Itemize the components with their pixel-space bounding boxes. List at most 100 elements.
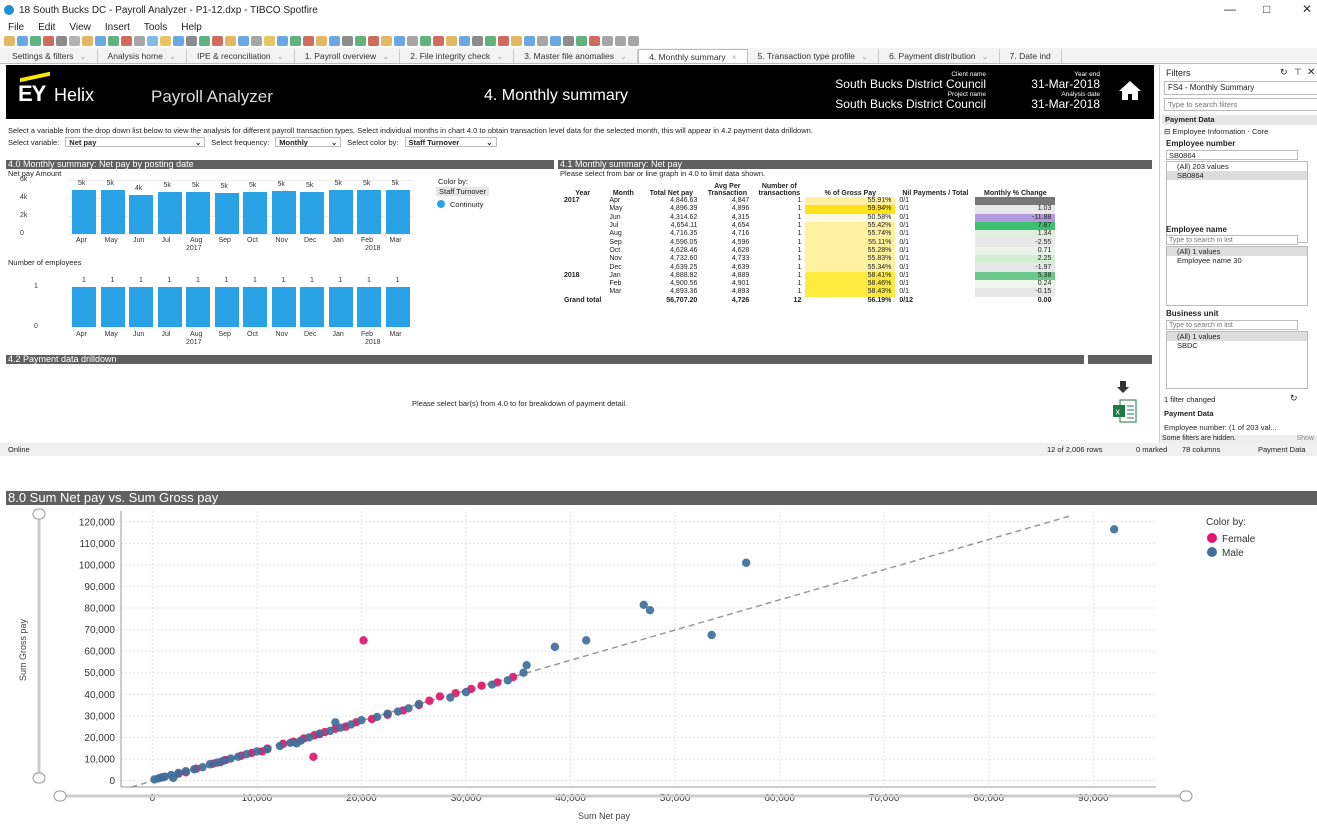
tab-menu-icon[interactable]: ⌄ <box>496 51 503 61</box>
toolbar-tool-icon[interactable] <box>303 36 314 46</box>
business-unit-list[interactable]: (All) 1 values SBDC <box>1166 331 1308 389</box>
home-icon[interactable] <box>1118 79 1142 101</box>
table-row[interactable]: Feb 4,900.56 4,901 1 58.46% 0/1 0.24 <box>560 279 1056 289</box>
male-point[interactable] <box>252 747 262 756</box>
employee-count-bar[interactable] <box>100 287 125 327</box>
toolbar-tool-icon[interactable] <box>212 36 223 46</box>
column-header[interactable]: Number of transactions <box>753 179 805 197</box>
male-point[interactable] <box>242 750 251 759</box>
legend-dot[interactable] <box>1207 533 1217 543</box>
tab-6[interactable]: 3. Master file anomalies ⌄ <box>514 49 639 63</box>
toolbar-tool-icon[interactable] <box>355 36 366 46</box>
toolbar-tool-icon[interactable] <box>563 36 574 46</box>
column-header[interactable]: Nil Payments / Total <box>895 179 975 197</box>
net-pay-bar[interactable] <box>186 191 210 234</box>
tab-1[interactable]: Settings & filters ⌄ <box>2 49 98 63</box>
employee-number-search[interactable]: SB0864 <box>1166 150 1298 160</box>
male-point[interactable] <box>275 741 285 751</box>
male-point[interactable] <box>157 773 166 782</box>
employee-count-bar[interactable] <box>186 287 210 327</box>
filter-scheme-dropdown[interactable]: FS4 - Monthly Summary <box>1164 81 1317 95</box>
menu-view[interactable]: View <box>69 22 91 33</box>
toolbar-tool-icon[interactable] <box>264 36 275 46</box>
legend-entry[interactable]: Female <box>1222 534 1256 545</box>
scatter-chart[interactable]: 0 10,000 20,000 30,000 40,000 50,000 60,000 70,… <box>6 505 1317 824</box>
employee-name-list[interactable]: (All) 1 values Employee name 30 <box>1166 246 1308 306</box>
reset-icon[interactable]: ↻ <box>1280 67 1288 78</box>
toolbar-tool-icon[interactable] <box>134 36 145 46</box>
list-item[interactable]: (All) 1 values <box>1167 332 1307 341</box>
male-point[interactable] <box>219 756 228 765</box>
toolbar-tool-icon[interactable] <box>316 36 327 46</box>
grand-total-row[interactable]: Grand total 56,707.20 4,726 12 56.19% 0/12 0.0… <box>560 297 1055 305</box>
employee-count-bar[interactable] <box>243 287 267 327</box>
reset-icon[interactable]: ↻ <box>1290 393 1298 404</box>
male-point[interactable] <box>522 660 531 670</box>
legend-dot[interactable] <box>1207 547 1217 557</box>
employee-count-bar[interactable] <box>300 287 324 327</box>
male-point[interactable] <box>393 707 403 716</box>
y-zoom-handle-bottom[interactable] <box>32 772 46 784</box>
list-item[interactable]: SBDC <box>1167 341 1307 350</box>
toolbar-tool-icon[interactable] <box>225 36 236 46</box>
tab-9[interactable]: 6. Payment distribution ⌄ <box>879 49 1000 63</box>
table-row[interactable]: Oct 4,628.46 4,628 1 55.28% 0/1 0.71 <box>560 246 1056 256</box>
toolbar-tool-icon[interactable] <box>121 36 132 46</box>
net-pay-bar[interactable] <box>357 189 381 234</box>
tab-menu-icon[interactable]: ⌄ <box>169 51 176 61</box>
excel-export-icon[interactable]: x <box>1112 398 1138 424</box>
tab-4[interactable]: 1. Payroll overview ⌄ <box>294 49 401 63</box>
minimize-button[interactable]: — <box>1224 2 1236 16</box>
tab-menu-icon[interactable]: ⌄ <box>382 51 389 61</box>
table-row[interactable]: May 4,896.39 4,896 1 59.94% 0/1 1.03 <box>560 205 1056 214</box>
download-arrow-icon[interactable] <box>1116 380 1130 394</box>
toolbar-tool-icon[interactable] <box>433 36 444 46</box>
toolbar-tool-icon[interactable] <box>342 36 353 46</box>
tab-menu-icon[interactable]: ⌄ <box>861 51 868 61</box>
toolbar-tool-icon[interactable] <box>277 36 288 46</box>
payment-data-header[interactable]: Payment Data <box>1162 115 1317 125</box>
list-item[interactable]: (All) 203 values <box>1167 162 1307 171</box>
variable-dropdown[interactable]: Net pay ⌄ <box>65 137 206 147</box>
frequency-dropdown[interactable]: Monthly ⌄ <box>275 137 342 147</box>
employee-count-bar[interactable] <box>328 287 353 327</box>
toolbar-tool-icon[interactable] <box>498 36 509 46</box>
tab-8[interactable]: 5. Transaction type profile ⌄ <box>747 49 880 63</box>
male-point[interactable] <box>325 726 335 736</box>
employee-name-search[interactable] <box>1166 235 1298 245</box>
toolbar-tool-icon[interactable] <box>329 36 340 46</box>
y-zoom-handle-top[interactable] <box>32 508 46 520</box>
color-dropdown[interactable]: Staff Turnover ⌄ <box>404 137 497 147</box>
table-row[interactable]: Aug 4,716.35 4,716 1 55.74% 0/1 1.34 <box>560 230 1056 239</box>
female-point[interactable] <box>477 681 486 690</box>
toolbar-tool-icon[interactable] <box>56 36 67 46</box>
toolbar-tool-icon[interactable] <box>472 36 483 46</box>
continuity-legend[interactable]: Continuity <box>450 200 483 209</box>
tab-7[interactable]: 4. Monthly summary × <box>638 49 748 63</box>
male-point[interactable] <box>372 712 382 722</box>
male-point[interactable] <box>292 739 301 748</box>
male-point[interactable] <box>263 745 272 754</box>
toolbar-tool-icon[interactable] <box>381 36 392 46</box>
column-header[interactable]: Total Net pay <box>641 179 701 197</box>
male-point[interactable] <box>503 676 513 685</box>
column-header[interactable]: Avg Per Transaction <box>701 179 753 197</box>
male-point[interactable] <box>189 765 199 774</box>
toolbar-tool-icon[interactable] <box>108 36 119 46</box>
employee-count-bar[interactable] <box>214 287 239 327</box>
male-point[interactable] <box>205 760 215 769</box>
toolbar-tool-icon[interactable] <box>446 36 457 46</box>
toolbar-tool-icon[interactable] <box>459 36 470 46</box>
table-row[interactable]: Mar 4,893.36 4,893 1 58.43% 0/1 -0.15 <box>560 288 1056 297</box>
employee-count-bar[interactable] <box>385 287 410 327</box>
toolbar-tool-icon[interactable] <box>160 36 171 46</box>
toolbar-tool-icon[interactable] <box>524 36 535 46</box>
menu-tools[interactable]: Tools <box>144 22 167 33</box>
toolbar-tool-icon[interactable] <box>147 36 158 46</box>
column-header[interactable]: Year <box>560 179 605 197</box>
female-point[interactable] <box>309 752 318 762</box>
list-item[interactable]: (All) 1 values <box>1167 247 1307 256</box>
table-row[interactable]: 2018 Jan 4,888.82 4,889 1 58.41% 0/1 5.38 <box>560 271 1056 280</box>
net-pay-bar[interactable] <box>100 189 125 234</box>
male-point[interactable] <box>226 754 235 763</box>
